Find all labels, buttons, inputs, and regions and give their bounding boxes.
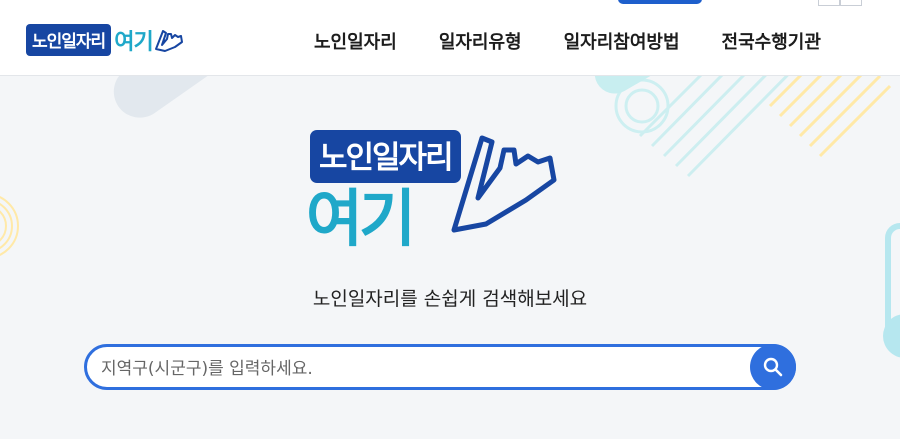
hero-logo-accent-text: 여기 [306,182,416,255]
search-button[interactable] [750,344,796,390]
search-input[interactable] [99,354,743,384]
nav-item-how-to-join[interactable]: 일자리참여방법 [564,28,680,54]
site-header: 노인일자리 여기 노인일자리 일자리유형 일자리참여방법 전국수행기관 [0,6,900,76]
nav-item-agencies[interactable]: 전국수행기관 [722,28,821,54]
search-bar [84,344,796,390]
nav-item-job-types[interactable]: 일자리유형 [439,28,522,54]
hero-logo: 노인일자리 여기 [306,128,578,278]
hero-section: 노인일자리 여기 노인일자리를 손쉽게 검색해보세요 [0,76,900,439]
hero-logo-box-text: 노인일자리 [310,130,461,183]
logo-accent-text: 여기 [114,30,153,55]
utility-button[interactable] [618,0,702,4]
main-nav: 노인일자리 일자리유형 일자리참여방법 전국수행기관 [300,6,849,75]
logo-box-text: 노인일자리 [26,24,112,56]
site-logo[interactable]: 노인일자리 여기 [26,22,185,58]
nav-item-senior-jobs[interactable]: 노인일자리 [314,28,397,54]
hero-pointing-hand-icon [451,135,557,233]
hero-tagline: 노인일자리를 손쉽게 검색해보세요 [312,288,588,310]
pointing-hand-icon [154,30,183,52]
search-icon [763,357,783,377]
